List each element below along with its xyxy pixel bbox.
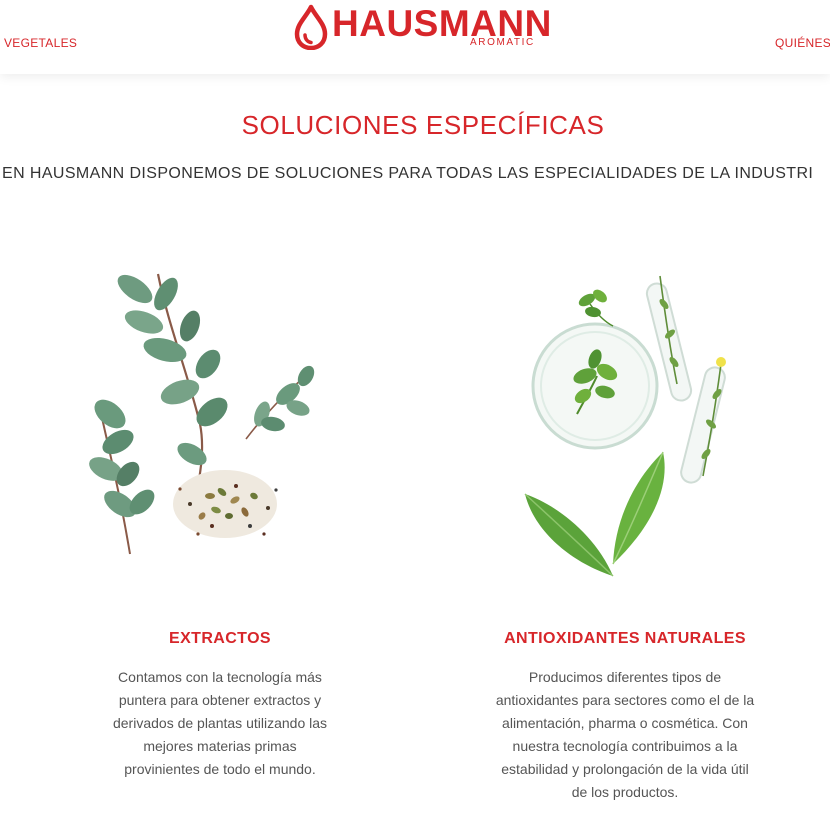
card-text-antioxidantes: Producimos diferentes tipos de antioxida… [445,666,805,804]
card-title-extractos: EXTRACTOS [169,630,271,647]
site-header: VEGETALES HAUSMANN AROMATIC QUIÉNES [0,0,830,74]
brand-logo[interactable]: HAUSMANN AROMATIC [294,4,554,50]
card-text-line: antioxidantes para sectores como el de l… [495,692,755,708]
card-title-antioxidantes: ANTIOXIDANTES NATURALES [504,630,746,647]
card-text-line: estabilidad y prolongación de la vida út… [501,761,749,777]
card-text-line: alimentación, pharma o cosmética. Con [502,715,748,731]
nav-link-vegetales[interactable]: VEGETALES [4,36,77,50]
nav-link-quienes[interactable]: QUIÉNES [775,36,830,50]
card-text-line: Contamos con la tecnología más [118,669,322,685]
card-text-line: Producimos diferentes tipos de [528,669,722,685]
solution-card-antioxidantes: ANTIOXIDANTES NATURALES Producimos difer… [445,264,805,824]
card-text-line: provinientes de todo el mundo. [124,761,316,777]
section-title: SOLUCIONES ESPECÍFICAS [241,110,605,140]
eucalyptus-and-seeds-image [40,264,400,624]
card-text-line: mejores materias primas [143,738,297,754]
brand-subtitle: AROMATIC [470,37,535,48]
card-text-line: de los productos. [571,784,679,800]
card-text-line: puntera para obtener extractos y [118,692,322,708]
card-text-line: derivados de plantas utilizando las [112,715,328,731]
drop-icon [294,4,328,50]
petri-dish-and-herbs-image [445,264,805,624]
card-text-extractos: Contamos con la tecnología más puntera p… [40,666,400,781]
solution-card-extractos: EXTRACTOS Contamos con la tecnología más… [40,264,400,824]
card-text-line: nuestra tecnología contribuimos a la [512,738,738,754]
solutions-section: SOLUCIONES ESPECÍFICAS EN HAUSMANN DISPO… [0,74,830,830]
section-subtitle: EN HAUSMANN DISPONEMOS DE SOLUCIONES PAR… [2,165,814,182]
